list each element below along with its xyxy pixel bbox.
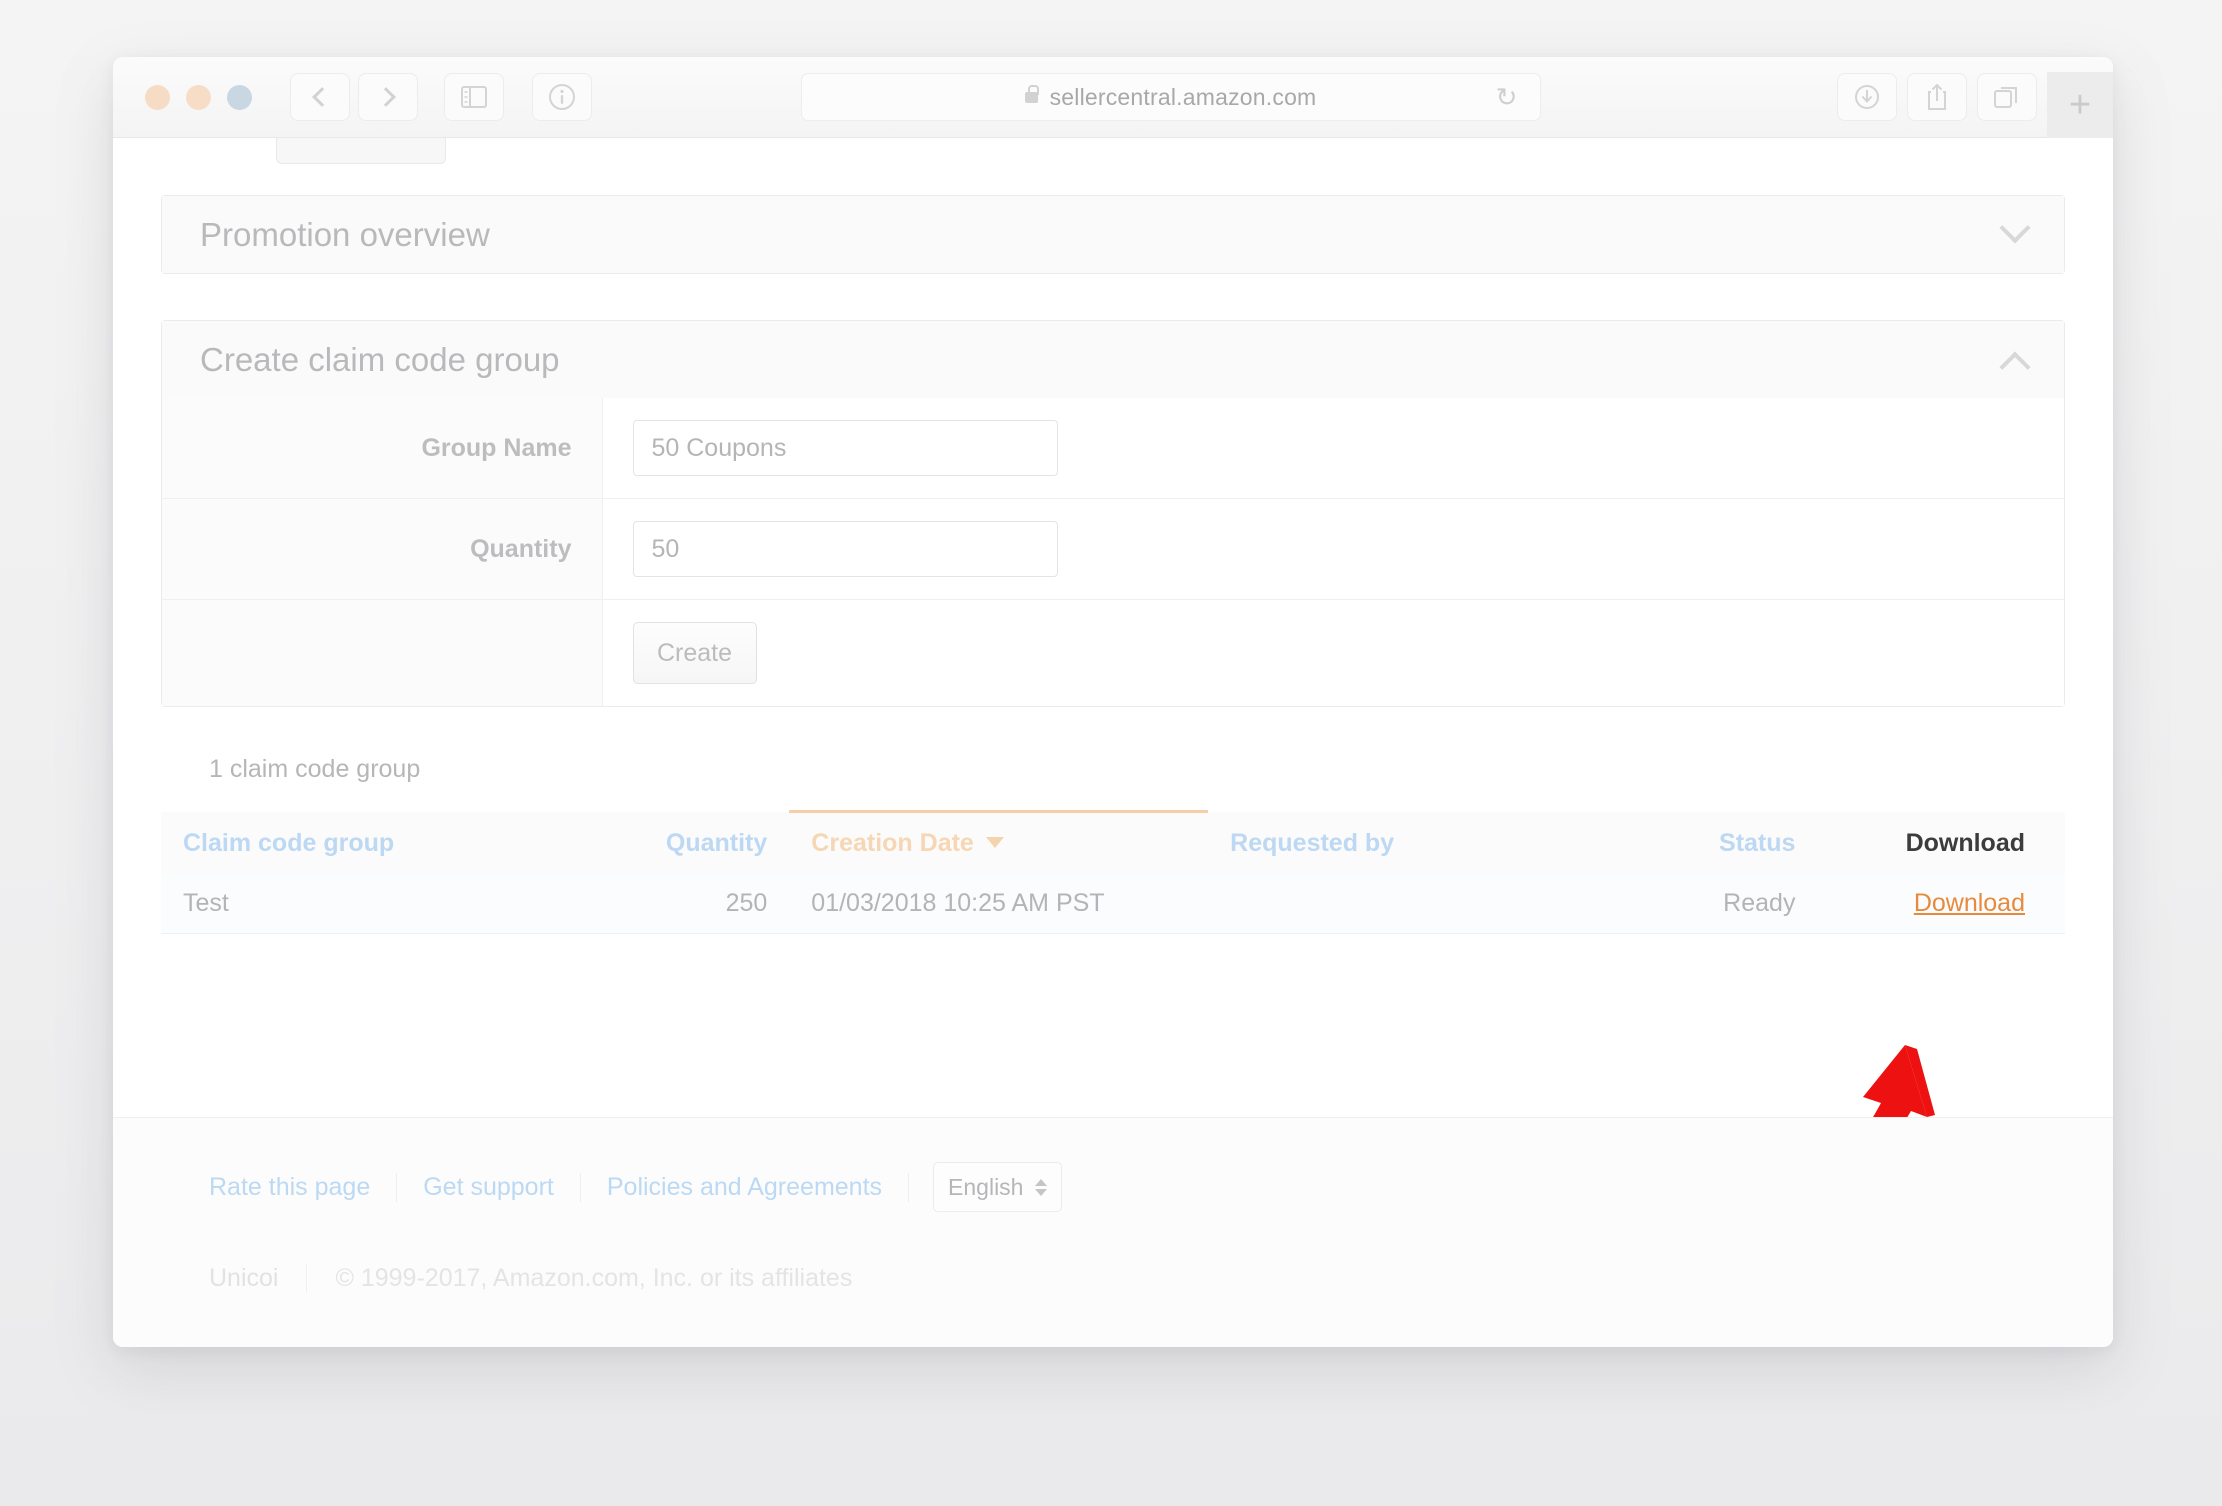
panel-promotion-overview: Promotion overview — [161, 195, 2065, 274]
results-count: 1 claim code group — [209, 755, 421, 783]
tabs-icon — [1994, 87, 2017, 108]
cell-claim-code-group: Test — [161, 873, 561, 934]
close-window-button[interactable] — [145, 84, 170, 110]
share-icon — [1928, 83, 1946, 110]
panel-body-create-claim-code-group: Group Name Quantity — [162, 398, 2064, 706]
footer-links: Rate this page Get support Policies and … — [113, 1118, 2113, 1212]
table-header: Claim code group Quantity Creation Date … — [161, 810, 2065, 874]
chevron-up-icon[interactable] — [1999, 351, 2031, 383]
page-content: Promotion overview Create claim code gro… — [113, 138, 2113, 1347]
forward-button[interactable] — [358, 73, 418, 121]
column-header-quantity[interactable]: Quantity — [560, 811, 790, 874]
panel-create-claim-code-group: Create claim code group Group Name 50 Co… — [161, 320, 2065, 707]
new-tab-button[interactable]: + — [2047, 72, 2113, 138]
cut-off-panel-above — [276, 138, 446, 164]
window-controls — [145, 84, 252, 110]
claim-code-groups-table: Claim code group Quantity Creation Date … — [161, 810, 2065, 934]
create-button[interactable]: Create — [632, 622, 757, 684]
share-button[interactable] — [1907, 73, 1967, 121]
lock-icon — [1024, 84, 1039, 103]
download-icon — [1855, 85, 1879, 109]
panel-title-create-claim-code-group: Create claim code group — [200, 340, 560, 378]
navigation-buttons — [290, 73, 418, 121]
url-zone: sellercentral.amazon.com ↻ — [532, 73, 1809, 121]
table-body: Test 250 01/03/2018 10:25 AM PST Ready D… — [161, 873, 2065, 934]
desktop-backdrop: sellercentral.amazon.com ↻ + Promotion o… — [0, 0, 2222, 1506]
show-tabs-button[interactable] — [1977, 73, 2037, 121]
cell-download: Download — [1817, 873, 2065, 934]
site-label-unicoi: Unicoi — [209, 1264, 308, 1293]
chevron-down-icon[interactable] — [1999, 211, 2031, 243]
info-icon — [549, 84, 575, 110]
maximize-window-button[interactable] — [227, 84, 252, 110]
back-button[interactable] — [290, 73, 350, 121]
toolbar-right-buttons — [1837, 73, 2037, 121]
footer-link-get-support[interactable]: Get support — [397, 1172, 581, 1202]
form-row-quantity: Quantity — [162, 498, 2064, 600]
table-row[interactable]: Test 250 01/03/2018 10:25 AM PST Ready D… — [161, 873, 2065, 934]
column-header-creation-date-label: Creation Date — [811, 828, 974, 857]
table-header-row: Claim code group Quantity Creation Date … — [161, 810, 2065, 874]
column-header-claim-code-group[interactable]: Claim code group — [161, 811, 561, 874]
footer-link-policies-and-agreements[interactable]: Policies and Agreements — [581, 1172, 910, 1202]
browser-toolbar: sellercentral.amazon.com ↻ + — [113, 57, 2113, 138]
form-row-group-name: Group Name — [162, 398, 2064, 499]
chevron-right-icon — [376, 87, 396, 107]
submit-spacer — [162, 599, 603, 706]
panel-title-promotion-overview: Promotion overview — [200, 215, 490, 253]
create-claim-code-form: Group Name Quantity — [162, 398, 2064, 706]
quantity-label: Quantity — [162, 498, 603, 600]
address-bar[interactable]: sellercentral.amazon.com ↻ — [800, 73, 1541, 121]
page-footer: Rate this page Get support Policies and … — [113, 1117, 2113, 1347]
group-name-input[interactable] — [632, 420, 1058, 476]
url-text: sellercentral.amazon.com — [1049, 83, 1317, 110]
download-link[interactable]: Download — [1914, 889, 2025, 917]
cell-requested-by — [1208, 873, 1589, 934]
downloads-button[interactable] — [1837, 73, 1897, 121]
copyright-text: © 1999-2017, Amazon.com, Inc. or its aff… — [335, 1264, 853, 1292]
sidebar-toggle-button[interactable] — [444, 73, 504, 121]
panel-header-create-claim-code-group[interactable]: Create claim code group — [162, 321, 2064, 398]
site-info-button[interactable] — [532, 73, 592, 121]
footer-link-rate-this-page[interactable]: Rate this page — [161, 1172, 398, 1202]
quantity-input[interactable] — [632, 521, 1058, 577]
cell-creation-date: 01/03/2018 10:25 AM PST — [789, 873, 1209, 934]
column-header-creation-date[interactable]: Creation Date — [789, 810, 1209, 874]
group-name-label: Group Name — [162, 398, 603, 499]
cell-status: Ready — [1588, 873, 1818, 934]
column-header-requested-by[interactable]: Requested by — [1208, 811, 1589, 874]
copyright-row: Unicoi © 1999-2017, Amazon.com, Inc. or … — [113, 1212, 2113, 1293]
column-header-status[interactable]: Status — [1588, 811, 1818, 874]
language-select[interactable]: English — [933, 1162, 1063, 1212]
browser-window: sellercentral.amazon.com ↻ + Promotion o… — [113, 57, 2113, 1347]
form-row-submit: Create — [162, 599, 2064, 706]
sort-descending-icon — [985, 836, 1004, 848]
language-select-value: English — [948, 1173, 1024, 1200]
sidebar-icon — [461, 86, 487, 108]
stepper-icon — [1035, 1178, 1048, 1196]
column-header-download: Download — [1817, 811, 2065, 874]
chevron-left-icon — [312, 87, 332, 107]
panel-header-promotion-overview[interactable]: Promotion overview — [162, 196, 2064, 273]
minimize-window-button[interactable] — [186, 84, 211, 110]
cell-quantity: 250 — [560, 873, 790, 934]
reload-button[interactable]: ↻ — [1490, 80, 1524, 114]
